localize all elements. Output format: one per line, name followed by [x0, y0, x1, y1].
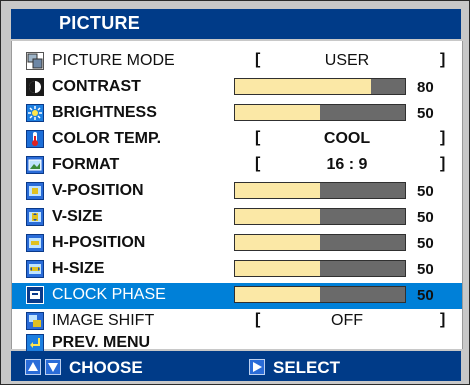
picture-mode-label: PICTURE MODE [52, 52, 175, 69]
brightness-value: 50 [417, 105, 434, 122]
brightness-slider[interactable] [234, 104, 406, 121]
image-shift-value: OFF [331, 312, 363, 329]
menu-item-picture-mode[interactable]: PICTURE MODE [ USER ] [12, 49, 462, 75]
color-temp-value: COOL [323, 130, 371, 147]
image-shift-bracket-left: [ [255, 311, 261, 328]
prev-menu-icon [26, 334, 44, 352]
h-position-label: H-POSITION [52, 234, 146, 251]
h-position-slider[interactable] [234, 234, 406, 251]
menu-item-h-position[interactable]: H-POSITION 50 [12, 231, 462, 257]
color-temp-label: COLOR TEMP. [52, 130, 162, 147]
format-bracket-right: ] [440, 155, 446, 172]
menu-item-h-size[interactable]: H-SIZE 50 [12, 257, 462, 283]
select-label: SELECT [273, 358, 341, 377]
v-position-value: 50 [417, 183, 434, 200]
h-position-icon [26, 234, 44, 252]
menu-panel: PICTURE MODE [ USER ] CONTRAST 80 BRIGHT… [11, 41, 463, 352]
color-temp-icon [26, 130, 44, 148]
h-size-value: 50 [417, 261, 434, 278]
v-size-icon [26, 208, 44, 226]
v-size-label: V-SIZE [52, 208, 103, 225]
brightness-label: BRIGHTNESS [52, 104, 157, 121]
picture-mode-bracket-left: [ [255, 51, 261, 68]
format-label: FORMAT [52, 156, 120, 173]
format-icon [26, 156, 44, 174]
h-size-slider-fill [235, 261, 320, 276]
menu-title-bar: PICTURE [11, 9, 461, 39]
format-value: 16 : 9 [326, 156, 368, 173]
right-arrow-icon [249, 359, 265, 375]
format-bracket-left: [ [255, 155, 261, 172]
v-position-icon [26, 182, 44, 200]
menu-item-v-size[interactable]: V-SIZE 50 [12, 205, 462, 231]
color-temp-bracket-right: ] [440, 129, 446, 146]
h-size-icon [26, 260, 44, 278]
brightness-icon [26, 104, 44, 122]
contrast-slider-fill [235, 79, 371, 94]
clock-phase-slider-fill [235, 287, 320, 302]
menu-item-v-position[interactable]: V-POSITION 50 [12, 179, 462, 205]
v-size-value: 50 [417, 209, 434, 226]
contrast-slider[interactable] [234, 78, 406, 95]
h-position-slider-fill [235, 235, 320, 250]
prev-menu-label: PREV. MENU [52, 334, 151, 351]
contrast-value: 80 [417, 79, 434, 96]
contrast-label: CONTRAST [52, 78, 141, 95]
clock-phase-icon [26, 286, 44, 304]
v-position-slider-fill [235, 183, 320, 198]
image-shift-bracket-right: ] [440, 311, 446, 328]
up-arrow-icon [25, 359, 41, 375]
picture-mode-icon [26, 52, 44, 70]
h-size-slider[interactable] [234, 260, 406, 277]
contrast-icon [26, 78, 44, 96]
osd-menu: PICTURE PICTURE MODE [ USER ] CONTRAST 8… [0, 0, 470, 385]
image-shift-icon [26, 312, 44, 330]
menu-item-color-temp[interactable]: COLOR TEMP. [ COOL ] [12, 127, 462, 153]
menu-item-clock-phase[interactable]: CLOCK PHASE 50 [12, 283, 462, 309]
v-position-label: V-POSITION [52, 182, 144, 199]
down-arrow-icon [45, 359, 61, 375]
menu-title: PICTURE [59, 13, 141, 33]
h-position-value: 50 [417, 235, 434, 252]
v-position-slider[interactable] [234, 182, 406, 199]
picture-mode-value: USER [324, 52, 370, 69]
image-shift-label: IMAGE SHIFT [52, 312, 155, 329]
brightness-slider-fill [235, 105, 320, 120]
clock-phase-label: CLOCK PHASE [52, 286, 166, 303]
picture-mode-bracket-right: ] [440, 51, 446, 68]
menu-item-contrast[interactable]: CONTRAST 80 [12, 75, 462, 101]
menu-footer: CHOOSE SELECT [11, 351, 461, 381]
choose-label: CHOOSE [69, 358, 143, 377]
v-size-slider[interactable] [234, 208, 406, 225]
h-size-label: H-SIZE [52, 260, 105, 277]
clock-phase-slider[interactable] [234, 286, 406, 303]
menu-item-brightness[interactable]: BRIGHTNESS 50 [12, 101, 462, 127]
color-temp-bracket-left: [ [255, 129, 261, 146]
menu-item-format[interactable]: FORMAT [ 16 : 9 ] [12, 153, 462, 179]
v-size-slider-fill [235, 209, 320, 224]
clock-phase-value: 50 [417, 287, 434, 304]
